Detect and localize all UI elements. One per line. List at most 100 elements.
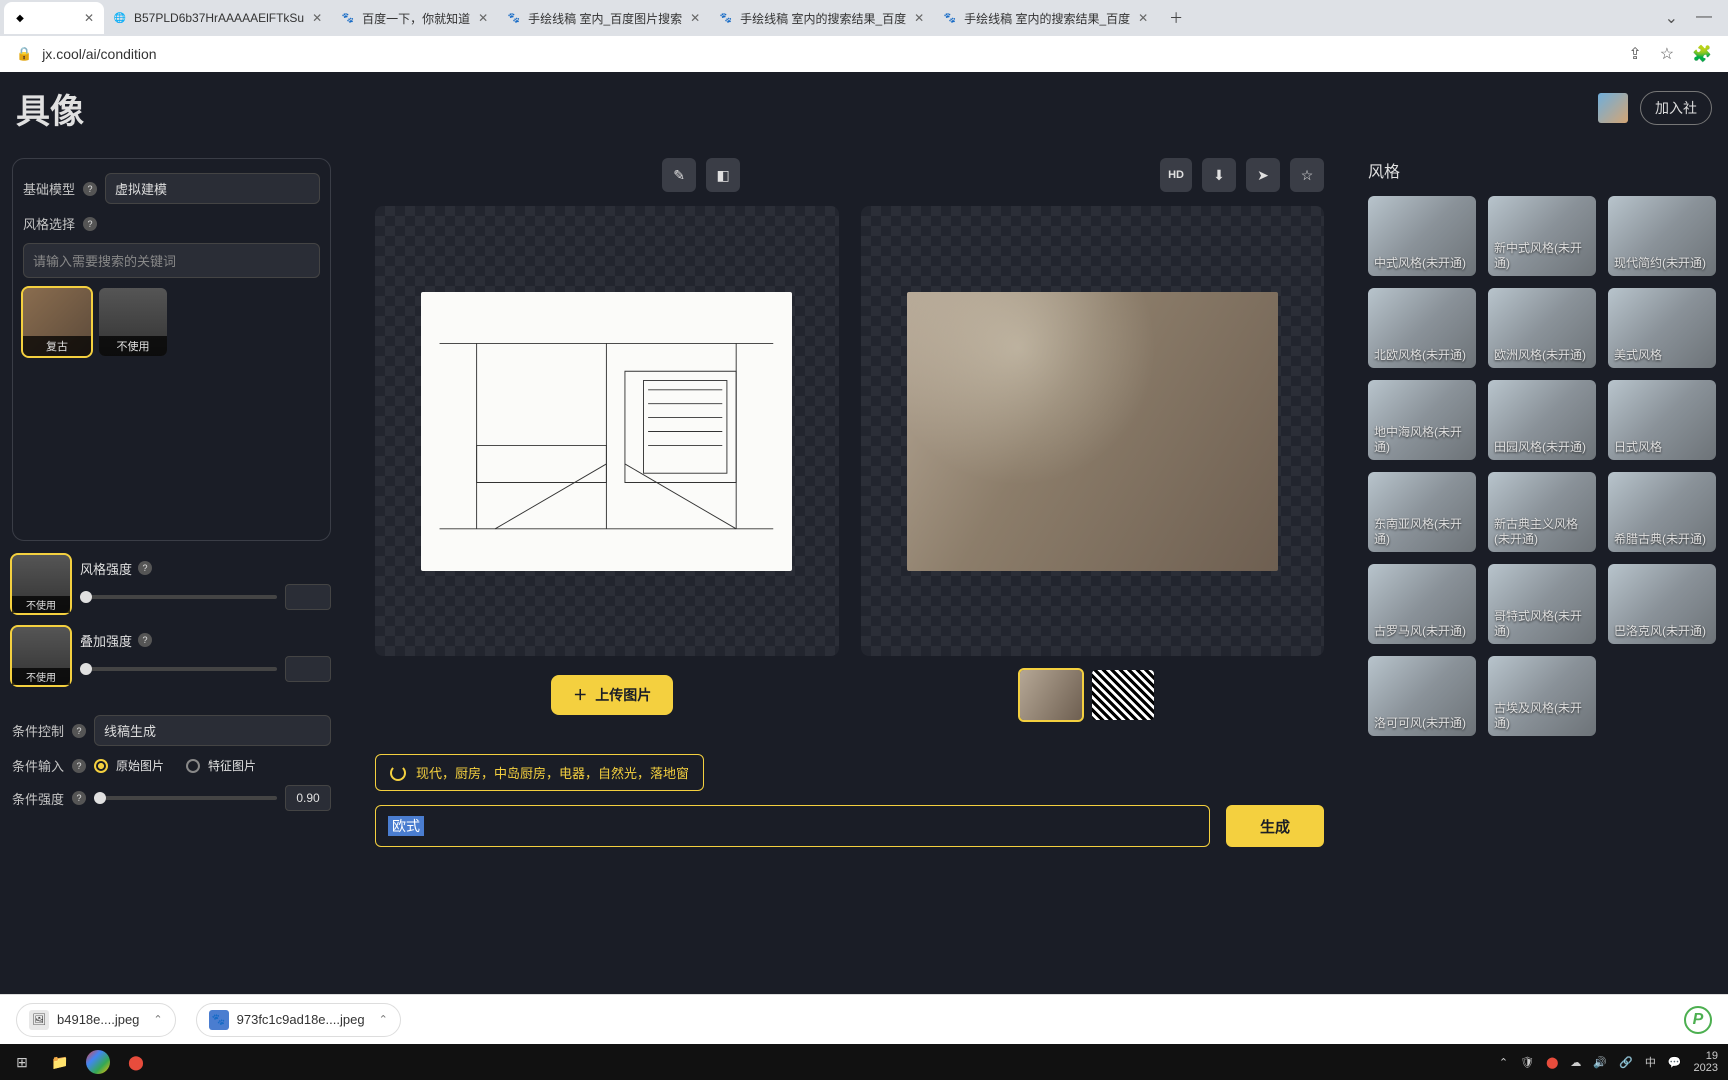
browser-tab[interactable]: 🐾 手绘线稿 室内_百度图片搜索 ✕ bbox=[498, 2, 710, 34]
chrome-icon[interactable] bbox=[86, 1050, 110, 1074]
style-card[interactable]: 北欧风格(未开通) bbox=[1368, 288, 1476, 368]
style-card[interactable]: 哥特式风格(未开通) bbox=[1488, 564, 1596, 644]
close-icon[interactable]: ✕ bbox=[310, 11, 324, 25]
style-card[interactable]: 洛可可风(未开通) bbox=[1368, 656, 1476, 736]
condition-control-select[interactable]: 线稿生成 bbox=[94, 715, 331, 746]
result-thumbnail[interactable] bbox=[1020, 670, 1082, 720]
help-icon[interactable]: ? bbox=[138, 561, 152, 575]
eraser-tool-icon[interactable]: ◧ bbox=[706, 158, 740, 192]
brush-tool-icon[interactable]: ✎ bbox=[662, 158, 696, 192]
style-card[interactable]: 新古典主义风格(未开通) bbox=[1488, 472, 1596, 552]
help-icon[interactable]: ? bbox=[138, 633, 152, 647]
chevron-down-icon[interactable]: ⌄ bbox=[1665, 8, 1678, 28]
window-controls: ⌄ — bbox=[1665, 8, 1724, 28]
prompt-suggestion[interactable]: 现代，厨房，中岛厨房，电器，自然光，落地窗 bbox=[375, 754, 704, 791]
overlay-strength-value[interactable] bbox=[285, 656, 331, 682]
download-item[interactable]: 🐾 973fc1c9ad18e....jpeg ⌃ bbox=[196, 1003, 401, 1037]
input-canvas[interactable] bbox=[375, 206, 839, 656]
avatar[interactable] bbox=[1598, 93, 1628, 123]
style-strength-slider[interactable] bbox=[80, 595, 277, 599]
help-icon[interactable]: ? bbox=[72, 791, 86, 805]
style-card[interactable]: 现代简约(未开通) bbox=[1608, 196, 1716, 276]
close-icon[interactable]: ✕ bbox=[1136, 11, 1150, 25]
style-card[interactable]: 欧洲风格(未开通) bbox=[1488, 288, 1596, 368]
style-strength-value[interactable] bbox=[285, 584, 331, 610]
hd-button[interactable]: HD bbox=[1160, 158, 1192, 192]
generate-button[interactable]: 生成 bbox=[1226, 805, 1324, 847]
download-item[interactable]: 🖼 b4918e....jpeg ⌃ bbox=[16, 1003, 176, 1037]
style-card[interactable]: 古罗马风(未开通) bbox=[1368, 564, 1476, 644]
overlay-strength-thumb[interactable]: 不使用 bbox=[12, 627, 70, 685]
style-card[interactable]: 日式风格 bbox=[1608, 380, 1716, 460]
style-card[interactable]: 新中式风格(未开通) bbox=[1488, 196, 1596, 276]
style-card-label: 古罗马风(未开通) bbox=[1374, 624, 1470, 640]
radio-label: 特征图片 bbox=[208, 757, 256, 774]
prompt-input[interactable]: 欧式 bbox=[375, 805, 1210, 847]
style-card[interactable]: 东南亚风格(未开通) bbox=[1368, 472, 1476, 552]
style-card[interactable]: 地中海风格(未开通) bbox=[1368, 380, 1476, 460]
record-icon[interactable]: ⬤ bbox=[124, 1050, 148, 1074]
style-card[interactable]: 古埃及风格(未开通) bbox=[1488, 656, 1596, 736]
tray-record-icon[interactable]: ⬤ bbox=[1546, 1056, 1558, 1069]
close-icon[interactable]: ✕ bbox=[912, 11, 926, 25]
browser-tab[interactable]: 🐾 手绘线稿 室内的搜索结果_百度 ✕ bbox=[934, 2, 1158, 34]
download-filename: 973fc1c9ad18e....jpeg bbox=[237, 1012, 365, 1027]
chat-icon[interactable]: 💬 bbox=[1668, 1056, 1682, 1069]
ime-indicator[interactable]: 中 bbox=[1645, 1054, 1656, 1070]
file-explorer-icon[interactable]: 📁 bbox=[48, 1050, 72, 1074]
help-icon[interactable]: ? bbox=[83, 182, 97, 196]
style-card-label: 新古典主义风格(未开通) bbox=[1494, 517, 1590, 548]
browser-tab[interactable]: ◆ ✕ bbox=[4, 2, 104, 34]
upload-button[interactable]: ＋ 上传图片 bbox=[551, 675, 673, 715]
browser-tab[interactable]: 🐾 手绘线稿 室内的搜索结果_百度 ✕ bbox=[710, 2, 934, 34]
result-thumbnail[interactable] bbox=[1092, 670, 1154, 720]
style-preset-retro[interactable]: 复古 bbox=[23, 288, 91, 356]
refresh-icon[interactable] bbox=[390, 765, 406, 781]
browser-tab[interactable]: 🌐 B57PLD6b37HrAAAAAElFTkSu ✕ bbox=[104, 2, 332, 34]
style-card[interactable]: 希腊古典(未开通) bbox=[1608, 472, 1716, 552]
task-view-icon[interactable]: ⊞ bbox=[10, 1050, 34, 1074]
style-search-input[interactable]: 请输入需要搜索的关键词 bbox=[23, 243, 320, 278]
help-icon[interactable]: ? bbox=[83, 217, 97, 231]
radio-feature-image[interactable] bbox=[186, 759, 200, 773]
radio-original-image[interactable] bbox=[94, 759, 108, 773]
security-icon[interactable]: 🛡 bbox=[1520, 1056, 1534, 1069]
condition-weight-value[interactable]: 0.90 bbox=[285, 785, 331, 811]
lock-icon[interactable]: 🔒 bbox=[16, 46, 32, 62]
close-icon[interactable]: ✕ bbox=[82, 11, 96, 25]
download-icon[interactable]: ⬇ bbox=[1202, 158, 1236, 192]
overlay-strength-slider[interactable] bbox=[80, 667, 277, 671]
help-icon[interactable]: ? bbox=[72, 759, 86, 773]
chevron-up-icon[interactable]: ⌃ bbox=[153, 1013, 162, 1026]
minimize-icon[interactable]: — bbox=[1696, 8, 1712, 28]
base-model-select[interactable]: 虚拟建模 bbox=[105, 173, 320, 204]
network-icon[interactable]: 🔗 bbox=[1619, 1056, 1633, 1069]
style-preset-none[interactable]: 不使用 bbox=[99, 288, 167, 356]
browser-tab[interactable]: 🐾 百度一下，你就知道 ✕ bbox=[332, 2, 498, 34]
url-text[interactable]: jx.cool/ai/condition bbox=[42, 46, 156, 62]
style-card[interactable]: 田园风格(未开通) bbox=[1488, 380, 1596, 460]
clock[interactable]: 19 2023 bbox=[1694, 1050, 1718, 1074]
share-icon[interactable]: ⇪ bbox=[1628, 44, 1641, 64]
condition-weight-slider[interactable] bbox=[94, 796, 277, 800]
extensions-icon[interactable]: 🧩 bbox=[1692, 44, 1712, 64]
tray-icon[interactable]: ⌃ bbox=[1499, 1056, 1508, 1069]
send-icon[interactable]: ➤ bbox=[1246, 158, 1280, 192]
new-tab-button[interactable]: ＋ bbox=[1164, 6, 1188, 30]
style-card[interactable]: 巴洛克风(未开通) bbox=[1608, 564, 1716, 644]
style-strength-thumb[interactable]: 不使用 bbox=[12, 555, 70, 613]
close-icon[interactable]: ✕ bbox=[476, 11, 490, 25]
style-card[interactable]: 美式风格 bbox=[1608, 288, 1716, 368]
favorite-icon[interactable]: ☆ bbox=[1290, 158, 1324, 192]
show-all-downloads[interactable]: P bbox=[1684, 1006, 1712, 1034]
bookmark-star-icon[interactable]: ☆ bbox=[1660, 44, 1674, 64]
volume-icon[interactable]: 🔊 bbox=[1593, 1056, 1607, 1069]
cloud-icon[interactable]: ☁ bbox=[1570, 1056, 1581, 1069]
join-community-button[interactable]: 加入社 bbox=[1640, 91, 1712, 125]
help-icon[interactable]: ? bbox=[72, 724, 86, 738]
output-canvas[interactable] bbox=[861, 206, 1325, 656]
style-card[interactable]: 中式风格(未开通) bbox=[1368, 196, 1476, 276]
styles-title: 风格 bbox=[1368, 158, 1716, 182]
close-icon[interactable]: ✕ bbox=[688, 11, 702, 25]
chevron-up-icon[interactable]: ⌃ bbox=[379, 1013, 388, 1026]
